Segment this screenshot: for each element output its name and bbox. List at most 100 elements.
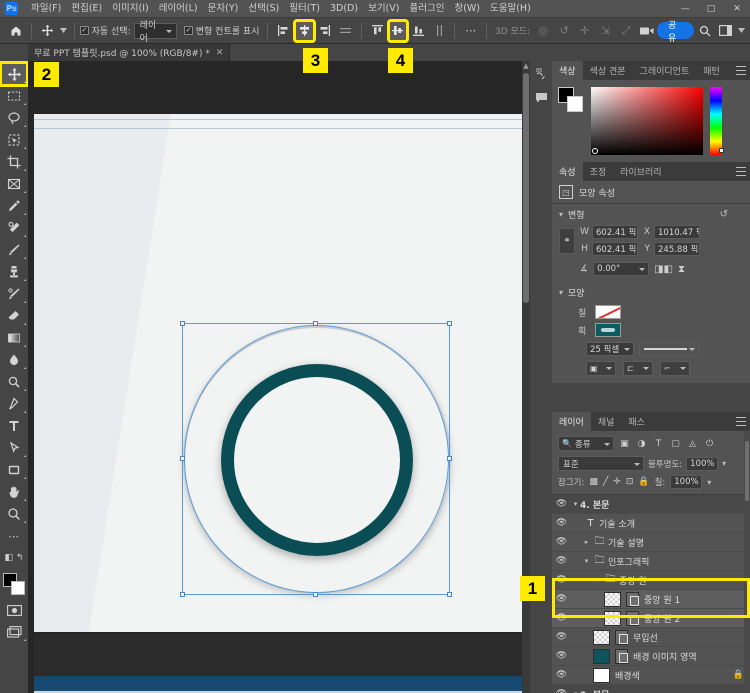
handle-top-center[interactable] bbox=[313, 321, 318, 326]
layer-row[interactable]: 👁배경 이미지 영역 bbox=[552, 647, 750, 666]
filter-type-icon[interactable]: T bbox=[652, 439, 665, 449]
distribute-horizontally-button[interactable] bbox=[336, 21, 355, 41]
layer-row[interactable]: 👁▾4. 본문 bbox=[552, 495, 750, 514]
vector-mask-thumbnail[interactable] bbox=[626, 592, 639, 607]
link-width-height-button[interactable]: ⚭ bbox=[559, 228, 575, 254]
canvas-area[interactable]: ▲ bbox=[28, 61, 530, 693]
lock-all-icon[interactable]: 🔒 bbox=[638, 477, 649, 487]
angle-input[interactable]: 0.00° bbox=[593, 262, 649, 276]
align-horizontal-centers-button[interactable] bbox=[295, 21, 314, 41]
lock-artboard-nesting-icon[interactable]: ⊡ bbox=[626, 477, 634, 487]
tab-libraries[interactable]: 라이브러리 bbox=[613, 162, 668, 181]
hue-slider-handle[interactable] bbox=[719, 148, 724, 153]
align-left-edges-button[interactable] bbox=[274, 21, 293, 41]
height-input[interactable]: 602.41 픽셀 bbox=[592, 242, 638, 256]
layer-visibility-icon[interactable]: 👁 bbox=[552, 499, 571, 509]
color-panel-swatches[interactable] bbox=[558, 87, 584, 113]
pen-tool[interactable] bbox=[1, 393, 27, 415]
screen-mode-icon[interactable] bbox=[1, 621, 27, 643]
rectangular-marquee-tool[interactable] bbox=[1, 85, 27, 107]
stroke-align-dropdown[interactable]: ▣ bbox=[586, 361, 616, 376]
stroke-width-input[interactable]: 25 픽셀 bbox=[586, 342, 634, 356]
filter-adjustment-icon[interactable]: ◑ bbox=[635, 439, 648, 449]
stroke-corner-dropdown[interactable]: ⌐ bbox=[660, 361, 690, 376]
menu-3d[interactable]: 3D(D) bbox=[325, 0, 363, 18]
flip-vertical-icon[interactable]: ⧗ bbox=[678, 264, 685, 275]
frame-tool[interactable] bbox=[1, 173, 27, 195]
hand-tool[interactable] bbox=[1, 481, 27, 503]
move-tool[interactable] bbox=[1, 63, 27, 85]
handle-bottom-right[interactable] bbox=[447, 592, 452, 597]
layer-visibility-icon[interactable]: 👁 bbox=[552, 537, 571, 547]
close-button[interactable]: ✕ bbox=[724, 0, 750, 18]
chevron-down-icon[interactable]: ▾ bbox=[582, 557, 591, 565]
chevron-down-icon[interactable]: ▾ bbox=[559, 210, 563, 219]
chevron-down-icon[interactable]: ▾ bbox=[593, 576, 602, 584]
chevron-down-icon[interactable]: ▾ bbox=[571, 500, 580, 508]
x-input[interactable]: 1010.47 픽 bbox=[654, 225, 700, 239]
filter-toggle-icon[interactable]: ⏻ bbox=[703, 439, 716, 449]
handle-top-right[interactable] bbox=[447, 321, 452, 326]
menu-image[interactable]: 이미지(I) bbox=[107, 0, 153, 18]
layer-filter-kind-dropdown[interactable]: 🔍 종류 bbox=[558, 436, 614, 451]
menu-layer[interactable]: 레이어(L) bbox=[154, 0, 203, 18]
lock-position-icon[interactable]: ✛ bbox=[613, 477, 621, 487]
align-bottom-edges-button[interactable] bbox=[409, 21, 428, 41]
blur-tool[interactable] bbox=[1, 349, 27, 371]
layer-thumbnail[interactable] bbox=[604, 592, 621, 607]
camera-icon[interactable] bbox=[637, 21, 656, 41]
tab-patterns[interactable]: 패턴 bbox=[696, 61, 727, 80]
layer-row[interactable]: 👁T기술 소개 bbox=[552, 514, 750, 533]
eraser-tool[interactable] bbox=[1, 305, 27, 327]
layer-visibility-icon[interactable]: 👁 bbox=[552, 632, 571, 642]
move-tool-icon[interactable] bbox=[38, 21, 57, 41]
width-input[interactable]: 602.41 픽셀 bbox=[592, 225, 638, 239]
default-colors-icon[interactable]: ◧ ↰ bbox=[1, 547, 27, 569]
filter-smart-object-icon[interactable]: ◬ bbox=[686, 439, 699, 449]
brush-tool[interactable] bbox=[1, 239, 27, 261]
layer-visibility-icon[interactable]: 👁 bbox=[552, 670, 571, 680]
canvas-scroll-thumb[interactable] bbox=[523, 73, 529, 303]
menu-view[interactable]: 보기(V) bbox=[363, 0, 404, 18]
stroke-style-dropdown[interactable] bbox=[639, 342, 699, 356]
menu-select[interactable]: 선택(S) bbox=[243, 0, 284, 18]
dodge-tool[interactable] bbox=[1, 371, 27, 393]
share-button[interactable]: 공유 bbox=[657, 22, 694, 39]
layer-thumbnail[interactable] bbox=[593, 649, 610, 664]
fill-swatch[interactable] bbox=[595, 305, 621, 319]
blend-mode-dropdown[interactable]: 표준 bbox=[558, 456, 644, 471]
layer-visibility-icon[interactable]: 👁 bbox=[552, 613, 571, 623]
layers-scrollbar[interactable] bbox=[744, 431, 750, 693]
gradient-tool[interactable] bbox=[1, 327, 27, 349]
layer-row[interactable]: 👁중앙 원 2 bbox=[552, 609, 750, 628]
transform-section-header[interactable]: ▾ 변형 ↺ bbox=[552, 204, 750, 225]
menu-type[interactable]: 문자(Y) bbox=[203, 0, 244, 18]
object-selection-tool[interactable] bbox=[1, 129, 27, 151]
color-swatches[interactable] bbox=[2, 572, 26, 596]
history-brush-tool[interactable] bbox=[1, 283, 27, 305]
layer-thumbnail[interactable] bbox=[604, 611, 621, 626]
transform-bounding-box[interactable] bbox=[182, 323, 450, 595]
flip-horizontal-icon[interactable]: ◨◧ bbox=[654, 264, 673, 275]
stroke-swatch[interactable] bbox=[595, 323, 621, 337]
align-top-edges-button[interactable] bbox=[368, 21, 387, 41]
crop-tool[interactable] bbox=[1, 151, 27, 173]
menu-plugins[interactable]: 플러그인 bbox=[404, 0, 449, 18]
spot-healing-brush-tool[interactable] bbox=[1, 217, 27, 239]
show-transform-controls-checkbox[interactable]: ✓ bbox=[184, 26, 193, 35]
lock-transparent-pixels-icon[interactable]: ▩ bbox=[589, 477, 598, 487]
color-panel-background-swatch[interactable] bbox=[567, 96, 583, 112]
maximize-button[interactable]: □ bbox=[698, 0, 724, 18]
layer-thumbnail[interactable] bbox=[593, 630, 610, 645]
home-icon[interactable] bbox=[7, 21, 26, 41]
layer-list[interactable]: 👁▾4. 본문👁T기술 소개👁▸🗀기술 설명👁▾🗀인포그래픽👁▾🗀중앙 원👁중앙… bbox=[552, 494, 750, 693]
eyedropper-tool[interactable] bbox=[1, 195, 27, 217]
y-input[interactable]: 245.88 픽셀 bbox=[654, 242, 700, 256]
menu-filter[interactable]: 필터(T) bbox=[284, 0, 325, 18]
saturation-value-field[interactable] bbox=[591, 87, 703, 155]
layer-row[interactable]: 👁▾🗀중앙 원 bbox=[552, 571, 750, 590]
color-panel-menu-icon[interactable] bbox=[736, 66, 746, 75]
handle-bottom-center[interactable] bbox=[313, 592, 318, 597]
appearance-section-header[interactable]: ▾ 모양 bbox=[552, 282, 750, 303]
layer-visibility-icon[interactable]: 👁 bbox=[552, 594, 571, 604]
